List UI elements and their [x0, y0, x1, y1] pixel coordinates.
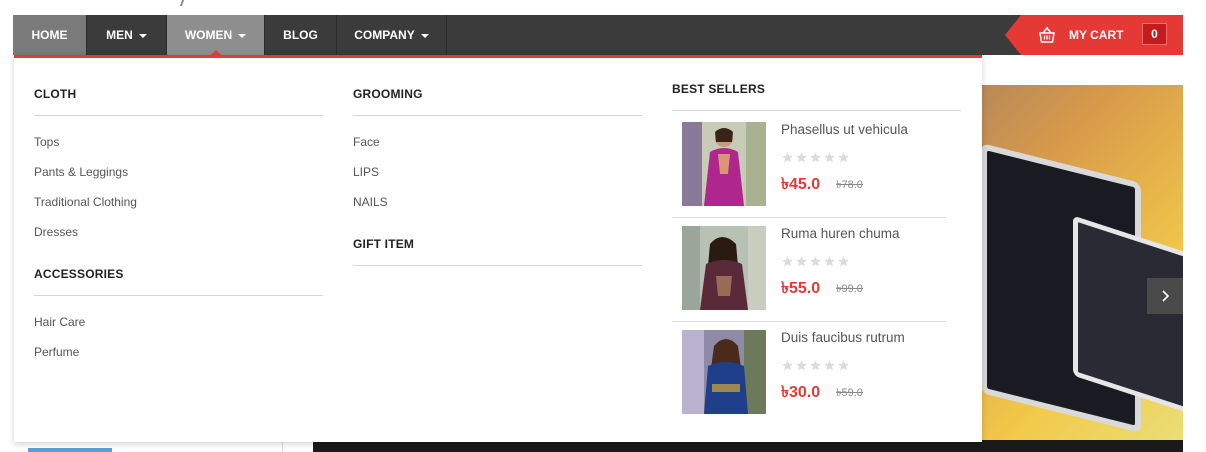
- menu-link-lips[interactable]: LIPS: [353, 165, 379, 179]
- star-icon: [796, 360, 807, 371]
- slider-next-button[interactable]: [1147, 278, 1183, 314]
- rating-stars: [781, 359, 850, 372]
- basket-icon: [1039, 26, 1055, 43]
- menu-heading-cloth: CLOTH: [34, 87, 77, 101]
- star-icon: [810, 256, 821, 267]
- star-icon: [838, 256, 849, 267]
- nav-women[interactable]: WOMEN: [167, 15, 265, 56]
- star-icon: [824, 152, 835, 163]
- star-icon: [796, 256, 807, 267]
- star-icon: [824, 360, 835, 371]
- menu-link-hair-care[interactable]: Hair Care: [34, 315, 85, 329]
- star-icon: [838, 152, 849, 163]
- menu-link-dresses[interactable]: Dresses: [34, 225, 78, 239]
- star-icon: [838, 360, 849, 371]
- menu-heading-grooming: GROOMING: [353, 87, 423, 101]
- rating-stars: [781, 151, 850, 164]
- divider: [353, 265, 642, 266]
- cart-count-badge: 0: [1142, 23, 1167, 45]
- menu-heading-accessories: ACCESSORIES: [34, 267, 124, 281]
- rating-stars: [781, 255, 850, 268]
- star-icon: [796, 152, 807, 163]
- menu-link-nails[interactable]: NAILS: [353, 195, 388, 209]
- best-seller-item[interactable]: Duis faucibus rutrum ৳30.0 ৳59.0: [672, 322, 946, 426]
- product-old-price: ৳99.0: [836, 283, 863, 295]
- caret-down-icon: [138, 33, 147, 38]
- sidebar-image-fragment: [28, 448, 112, 452]
- nav-men[interactable]: MEN: [87, 15, 167, 55]
- divider: [34, 115, 323, 116]
- product-name[interactable]: Phasellus ut vehicula: [781, 122, 908, 137]
- product-name[interactable]: Duis faucibus rutrum: [781, 330, 905, 345]
- menu-link-perfume[interactable]: Perfume: [34, 345, 79, 359]
- menu-link-traditional-clothing[interactable]: Traditional Clothing: [34, 195, 137, 209]
- product-thumbnail[interactable]: [682, 330, 766, 414]
- menu-heading-best-sellers: BEST SELLERS: [672, 82, 766, 96]
- product-thumbnail[interactable]: [682, 226, 766, 310]
- menu-link-face[interactable]: Face: [353, 135, 380, 149]
- best-seller-item[interactable]: Ruma huren chuma ৳55.0 ৳99.0: [672, 218, 946, 322]
- star-icon: [810, 360, 821, 371]
- women-mega-menu: CLOTH Tops Pants & Leggings Traditional …: [14, 55, 982, 442]
- best-seller-item[interactable]: Phasellus ut vehicula ৳45.0 ৳78.0: [672, 114, 946, 218]
- star-icon: [824, 256, 835, 267]
- product-thumbnail[interactable]: [682, 122, 766, 206]
- divider: [34, 295, 323, 296]
- nav-home[interactable]: HOME: [13, 15, 87, 55]
- divider: [353, 115, 642, 116]
- nav-company-label: COMPANY: [354, 28, 415, 42]
- divider: [672, 110, 961, 111]
- product-price: ৳55.0: [781, 280, 821, 297]
- my-cart-button[interactable]: MY CART 0: [1005, 15, 1183, 55]
- caret-down-icon: [238, 33, 247, 38]
- star-icon: [782, 360, 793, 371]
- caret-down-icon: [420, 33, 429, 38]
- nav-company[interactable]: COMPANY: [337, 15, 447, 55]
- product-price: ৳45.0: [781, 176, 821, 193]
- star-icon: [810, 152, 821, 163]
- product-old-price: ৳59.0: [836, 387, 863, 399]
- nav-blog-label: BLOG: [283, 28, 318, 42]
- menu-heading-gift-item[interactable]: GIFT ITEM: [353, 237, 414, 251]
- nav-men-label: MEN: [106, 28, 133, 42]
- star-icon: [782, 256, 793, 267]
- product-old-price: ৳78.0: [836, 179, 863, 191]
- nav-women-label: WOMEN: [184, 28, 233, 42]
- chevron-right-icon: [1162, 290, 1170, 302]
- nav-blog[interactable]: BLOG: [265, 15, 337, 55]
- decorative-slash: [179, 0, 185, 6]
- menu-link-tops[interactable]: Tops: [34, 135, 59, 149]
- cart-label: MY CART: [1069, 28, 1124, 42]
- menu-link-pants-leggings[interactable]: Pants & Leggings: [34, 165, 128, 179]
- product-price: ৳30.0: [781, 384, 821, 401]
- nav-home-label: HOME: [31, 28, 68, 42]
- star-icon: [782, 152, 793, 163]
- product-name[interactable]: Ruma huren chuma: [781, 226, 900, 241]
